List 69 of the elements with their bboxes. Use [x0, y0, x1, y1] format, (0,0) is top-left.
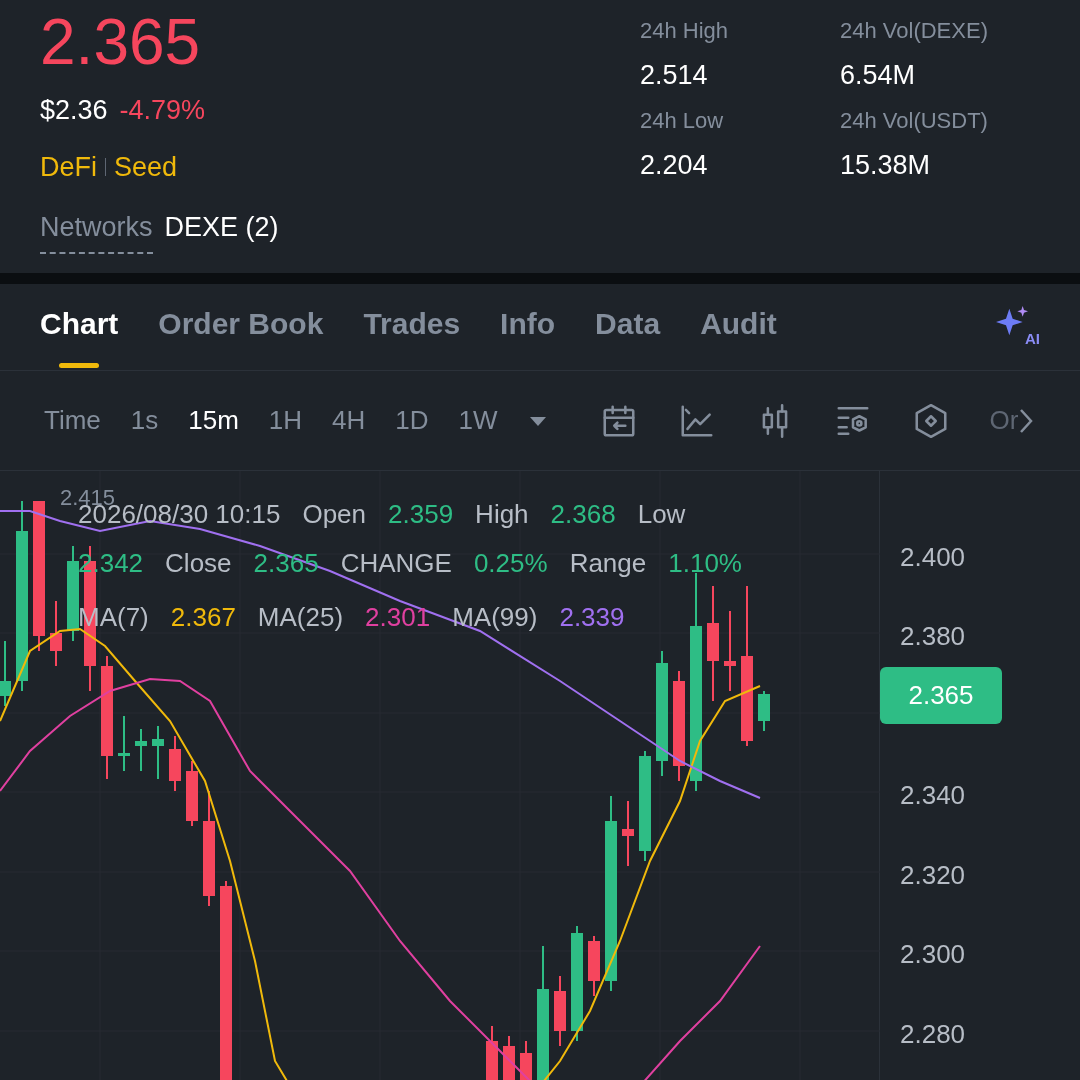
y-axis-label: 2.320: [900, 859, 966, 892]
tab[interactable]: Audit: [700, 284, 777, 370]
price-change: -4.79%: [119, 94, 206, 127]
candle: [520, 1040, 532, 1080]
y-axis-label: 2.280: [900, 1018, 966, 1051]
chevron-right-icon[interactable]: [1018, 407, 1033, 434]
candle: [503, 1035, 515, 1080]
candle: [0, 640, 11, 707]
ai-button[interactable]: AI: [996, 306, 1040, 346]
y-axis-label: 2.400: [900, 541, 966, 574]
candle: [50, 600, 62, 667]
legend-label: Low: [637, 498, 686, 531]
tab[interactable]: Data: [595, 284, 661, 370]
category-tag[interactable]: DeFi: [40, 146, 97, 187]
interval-option[interactable]: 1s: [130, 401, 159, 440]
legend-value: 2.365: [253, 547, 319, 580]
interval-option[interactable]: Time: [44, 401, 101, 440]
legend-label: Open: [302, 498, 367, 531]
legend-value: 0.25%: [473, 547, 548, 580]
candle: [486, 1025, 498, 1080]
legend-label: Close: [165, 547, 232, 580]
y-axis-label: 2.380: [900, 620, 966, 653]
stat-label: 24h Vol(USDT): [840, 106, 989, 135]
legend-value: 1.10%: [668, 547, 742, 580]
y-axis-label: 2.300: [900, 938, 966, 971]
candle: [622, 800, 634, 867]
tab[interactable]: Trades: [363, 284, 461, 370]
networks-label[interactable]: Networks: [40, 207, 153, 254]
last-price-tag: 2.365: [880, 667, 1002, 724]
category-tag[interactable]: Seed: [114, 146, 178, 187]
interval-option[interactable]: 1W: [458, 401, 498, 440]
ma-value: 2.301: [365, 601, 431, 634]
ma-label: MA(25): [257, 601, 344, 634]
y-axis-label: 2.340: [900, 779, 966, 812]
interval-option[interactable]: 4H: [332, 401, 366, 440]
legend-label: Range: [569, 547, 647, 580]
legend-value: 2.359: [388, 498, 454, 531]
stat-value: 6.54M: [840, 59, 917, 92]
stat-value: 2.514: [640, 59, 709, 92]
interval-option[interactable]: 1H: [268, 401, 303, 440]
tab[interactable]: Chart: [40, 284, 119, 370]
fiat-price: $2.36: [40, 94, 108, 127]
caret-icon[interactable]: [527, 414, 548, 427]
ma-value: 2.339: [559, 601, 625, 634]
ma-label: MA(99): [452, 601, 538, 634]
candle: [118, 715, 130, 772]
candle: [135, 728, 147, 772]
interval-option[interactable]: 15m: [188, 401, 239, 440]
stat-label: 24h High: [640, 17, 730, 45]
candle: [758, 690, 770, 732]
legend-label: High: [475, 498, 529, 531]
stat-label: 24h Vol(DEXE): [840, 17, 989, 45]
stat-value: 15.38M: [840, 148, 932, 182]
legend-label: CHANGE: [340, 547, 452, 580]
last-price: 2.365: [40, 6, 202, 78]
networks-value: DEXE (2): [164, 211, 279, 244]
tab[interactable]: Order Book: [158, 284, 324, 370]
interval-option[interactable]: 1D: [395, 401, 429, 440]
candle: [554, 975, 566, 1047]
candle: [588, 935, 600, 997]
stat-value: 2.204: [640, 148, 709, 182]
candle: [152, 725, 164, 780]
ma-value: 2.367: [170, 601, 236, 634]
tab[interactable]: Info: [500, 284, 556, 370]
stat-label: 24h Low: [640, 106, 725, 135]
candle: [169, 735, 181, 792]
legend-value: 2.368: [550, 498, 616, 531]
toolbar-overflow-text[interactable]: Or: [989, 401, 1019, 440]
candle: [186, 760, 198, 827]
